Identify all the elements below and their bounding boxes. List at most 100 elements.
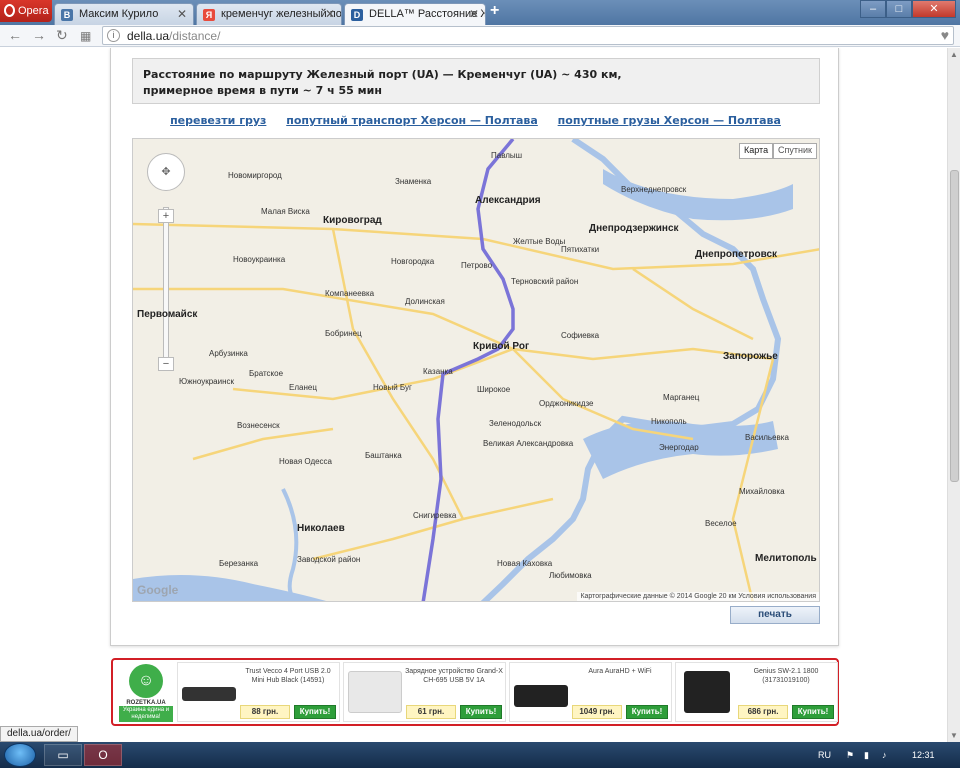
roads (133, 222, 819, 601)
map-label: Желтые Воды (513, 237, 566, 246)
map-label: Первомайск (137, 309, 198, 320)
map-label: Марганец (663, 393, 700, 402)
language-indicator[interactable]: RU (818, 750, 831, 760)
map-label: Снигиревка (413, 511, 457, 520)
yandex-favicon-icon: Я (203, 9, 215, 21)
zoom-out-icon[interactable]: − (158, 357, 174, 371)
buy-button[interactable]: Купить! (294, 705, 336, 719)
ad-product[interactable]: Genius SW-2.1 1800 (31731019100) 686 грн… (675, 662, 838, 722)
clock[interactable]: 12:31 (912, 750, 935, 760)
rozetka-logo[interactable]: ☺ ROZETKA.UA Украина едина и неделима! (119, 664, 173, 722)
map-label: Южноукраинск (179, 377, 234, 386)
google-logo: Google (137, 583, 179, 597)
map-label: Знаменка (395, 177, 432, 186)
rozetka-ad-banner[interactable]: ☺ ROZETKA.UA Украина едина и неделима! T… (111, 658, 839, 726)
url-path: /distance/ (169, 29, 221, 43)
zoom-in-icon[interactable]: + (158, 209, 174, 223)
scroll-up-icon[interactable]: ▲ (950, 50, 958, 59)
page-scrollbar[interactable]: ▲ ▼ (947, 48, 960, 742)
tab-yandex[interactable]: Я кременчуг железный пор ✕ (196, 3, 342, 25)
map-label: Великая Александровка (483, 439, 574, 448)
product-name: Trust Vecco 4 Port USB 2.0 Mini Hub Blac… (245, 668, 331, 684)
map-label: Верхнеднепровск (621, 185, 687, 194)
map-label: Кировоград (323, 215, 382, 226)
map-label: Терновский район (511, 277, 579, 286)
windows-taskbar: ▭ O RU ⚑ ▮ ♪ 12:31 (0, 742, 960, 768)
map-label: Мелитополь (755, 553, 817, 564)
scroll-thumb[interactable] (950, 170, 959, 482)
map-pan-control[interactable]: ✥ (147, 153, 185, 191)
maximize-icon[interactable]: □ (886, 0, 912, 18)
opera-taskbar-icon[interactable]: O (84, 744, 122, 766)
route-map[interactable]: ✥ + − Карта Спутник Павлыш Новомиргород … (132, 138, 820, 602)
speed-dial-icon[interactable]: ▦ (80, 29, 91, 43)
map-label: Энергодар (659, 443, 699, 452)
site-info-icon[interactable]: i (107, 29, 120, 42)
close-window-icon[interactable]: ✕ (912, 0, 956, 18)
tray-network-icon[interactable]: ▮ (864, 750, 869, 761)
url-text: della.ua/distance/ (127, 29, 220, 43)
tab-label: кременчуг железный пор (221, 8, 342, 20)
map-type-satellite-button[interactable]: Спутник (773, 143, 817, 159)
buy-button[interactable]: Купить! (792, 705, 834, 719)
url-input[interactable]: i della.ua/distance/ ♥ (102, 26, 954, 45)
ad-product[interactable]: Зарядное устройство Grand-X CH-695 USB 5… (343, 662, 506, 722)
map-label: Александрия (475, 195, 541, 206)
product-price: 686 грн. (738, 705, 788, 719)
tab-della[interactable]: D DELLA™ Расстояние Желе ✕ (344, 3, 486, 26)
tab-close-icon[interactable]: ✕ (469, 7, 479, 21)
tab-close-icon[interactable]: ✕ (177, 7, 187, 21)
map-label: Березанка (219, 559, 259, 568)
map-zoom-slider[interactable] (163, 207, 169, 367)
opera-menu-button[interactable]: Opera (0, 0, 52, 22)
map-label: Орджоникидзе (539, 399, 594, 408)
address-bar: ← → ↻ ▦ i della.ua/distance/ ♥ (0, 25, 960, 47)
ad-tagline: Украина едина и неделима! (119, 706, 173, 722)
forward-icon[interactable]: → (32, 27, 46, 43)
route-info-box: Расстояние по маршруту Железный порт (UA… (132, 58, 820, 104)
ad-brand: ROZETKA.UA (126, 700, 166, 706)
river-bug (281, 488, 304, 601)
minimize-icon[interactable]: – (860, 0, 886, 18)
link-return-cargo[interactable]: попутные грузы Херсон — Полтава (558, 114, 781, 127)
reload-icon[interactable]: ↻ (56, 27, 68, 44)
map-label: Казанка (423, 367, 453, 376)
new-tab-button[interactable]: + (490, 2, 499, 20)
route-distance-text: Расстояние по маршруту Железный порт (UA… (143, 68, 622, 81)
back-icon[interactable]: ← (8, 27, 22, 43)
map-label: Запорожье (723, 351, 778, 362)
ad-product[interactable]: Trust Vecco 4 Port USB 2.0 Mini Hub Blac… (177, 662, 340, 722)
opera-logo-icon (4, 4, 15, 17)
buy-button[interactable]: Купить! (626, 705, 668, 719)
map-label: Долинская (405, 297, 445, 306)
product-price: 1049 грн. (572, 705, 622, 719)
explorer-icon[interactable]: ▭ (44, 744, 82, 766)
link-return-transport[interactable]: попутный транспорт Херсон — Полтава (286, 114, 538, 127)
map-label: Братское (249, 369, 284, 378)
map-type-map-button[interactable]: Карта (739, 143, 774, 159)
tab-close-icon[interactable]: ✕ (325, 7, 335, 21)
map-label: Баштанка (365, 451, 402, 460)
map-label: Заводской район (297, 555, 361, 564)
ad-product[interactable]: Aura AuraHD + WiFi 1049 грн. Купить! (509, 662, 672, 722)
map-label: Зеленодольск (489, 419, 542, 428)
tray-volume-icon[interactable]: ♪ (882, 750, 887, 760)
scroll-down-icon[interactable]: ▼ (950, 731, 958, 740)
product-name: Genius SW-2.1 1800 (31731019100) (753, 668, 819, 684)
url-host: della.ua (127, 29, 170, 43)
product-name: Зарядное устройство Grand-X CH-695 USB 5… (405, 668, 503, 684)
product-name: Aura AuraHD + WiFi (588, 668, 652, 675)
print-button[interactable]: печать (730, 606, 820, 624)
map-label: Малая Виска (261, 207, 310, 216)
buy-button[interactable]: Купить! (460, 705, 502, 719)
status-bar-url: della.ua/order/ (0, 726, 78, 742)
heart-icon[interactable]: ♥ (941, 27, 949, 43)
map-label: Днепропетровск (695, 249, 778, 260)
tab-vk[interactable]: B Максим Курило ✕ (54, 3, 194, 25)
map-label: Еланец (289, 383, 317, 392)
tray-flag-icon[interactable]: ⚑ (846, 750, 854, 761)
charger-image (348, 671, 402, 713)
link-transport-cargo[interactable]: перевезти груз (170, 114, 266, 127)
map-copyright[interactable]: Картографические данные © 2014 Google 20… (577, 592, 819, 601)
start-button[interactable] (4, 743, 36, 767)
